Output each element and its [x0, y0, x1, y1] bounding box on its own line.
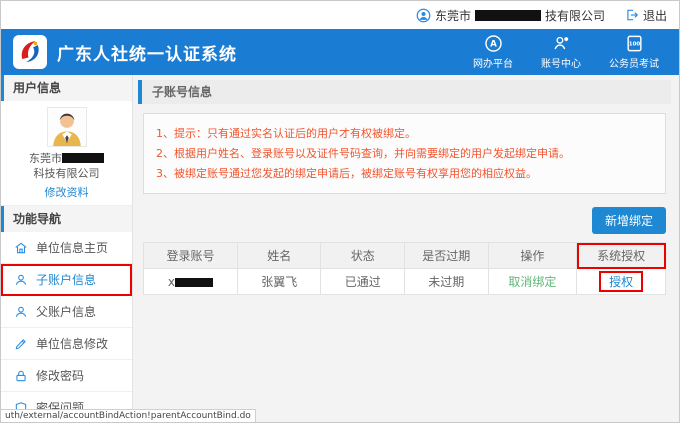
cancel-binding-link[interactable]: 取消绑定	[508, 275, 556, 289]
app-title: 广东人社统一认证系统	[57, 44, 237, 65]
edit-pencil-icon	[14, 337, 28, 351]
cell-expired: 未过期	[403, 268, 489, 295]
main-content: 子账号信息 1、提示：只有通过实名认证后的用户才有权被绑定。 2、根据用户姓名、…	[133, 75, 679, 422]
function-nav-section-title: 功能导航	[1, 206, 132, 232]
person-icon	[14, 305, 28, 319]
app-header: 广东人社统一认证系统 A 网办平台 账号中心 100 公务员考试	[1, 29, 679, 75]
web-platform-icon: A	[484, 34, 503, 53]
redaction-bar	[175, 277, 214, 287]
sidebar-item-unit-info-edit[interactable]: 单位信息修改	[1, 328, 132, 360]
sidebar: 用户信息 东莞市 科技有限公司 修改资料 功能导航 单位信息主页 子账户信息 父…	[1, 75, 133, 422]
lock-icon	[14, 369, 28, 383]
notice-box: 1、提示：只有通过实名认证后的用户才有权被绑定。 2、根据用户姓名、登录账号以及…	[143, 113, 666, 194]
user-icon	[416, 8, 431, 23]
user-info-section-title: 用户信息	[1, 75, 132, 101]
column-header-system-authorization: 系统授权	[576, 242, 666, 269]
user-card: 东莞市 科技有限公司 修改资料	[1, 101, 132, 206]
nav-civil-service-exam[interactable]: 100 公务员考试	[609, 34, 659, 70]
logout-icon	[625, 8, 639, 22]
logo-emblem-icon	[21, 41, 39, 63]
table-toolbar: 新增绑定	[143, 207, 666, 234]
redaction-bar	[474, 9, 541, 21]
sidebar-item-unit-home[interactable]: 单位信息主页	[1, 232, 132, 264]
notice-line: 1、提示：只有通过实名认证后的用户才有权被绑定。	[156, 127, 416, 140]
topbar-company-prefix: 东莞市	[434, 8, 471, 23]
sidebar-menu: 单位信息主页 子账户信息 父账户信息 单位信息修改 修改密码 密保问题	[1, 232, 132, 422]
topbar-user-info: 东莞市 技有限公司	[416, 7, 605, 24]
authorize-annotation-box: 授权	[599, 271, 644, 292]
cell-name: 张翼飞	[236, 268, 322, 295]
cell-authorization: 授权	[576, 268, 666, 295]
exam-document-icon: 100	[625, 34, 644, 53]
account-center-icon	[552, 34, 571, 53]
sidebar-item-label: 单位信息主页	[36, 241, 109, 255]
column-header-name: 姓名	[236, 242, 322, 269]
edit-profile-link[interactable]: 修改资料	[45, 184, 89, 200]
svg-text:100: 100	[628, 41, 640, 47]
topbar-company-suffix: 技有限公司	[544, 8, 605, 23]
status-url: uth/external/accountBindAction!parentAcc…	[1, 409, 256, 422]
column-header-action: 操作	[487, 242, 578, 269]
column-header-expired: 是否过期	[403, 242, 489, 269]
app-window: 东莞市 技有限公司 退出 广东人社统一认证系统 A 网办平台 账号中心 100 …	[0, 0, 680, 423]
logout-button[interactable]: 退出	[625, 7, 667, 24]
sidebar-item-label: 修改密码	[36, 369, 85, 383]
nav-web-platform[interactable]: A 网办平台	[473, 34, 513, 70]
nav-civil-service-exam-label: 公务员考试	[609, 59, 659, 70]
header-nav: A 网办平台 账号中心 100 公务员考试	[473, 34, 659, 70]
avatar	[46, 107, 87, 147]
authorize-link[interactable]: 授权	[609, 275, 633, 289]
sidebar-item-label: 子账户信息	[36, 273, 97, 287]
column-header-status: 状态	[320, 242, 405, 269]
nav-account-center[interactable]: 账号中心	[541, 34, 581, 70]
redaction-bar	[62, 153, 104, 163]
sidebar-item-parent-account-info[interactable]: 父账户信息	[1, 296, 132, 328]
sidebar-company-line2: 科技有限公司	[33, 167, 100, 180]
logout-label: 退出	[642, 8, 667, 23]
sidebar-item-change-password[interactable]: 修改密码	[1, 360, 132, 392]
cell-login-account: x	[143, 268, 238, 295]
sidebar-item-label: 单位信息修改	[36, 337, 109, 351]
cell-status: 已通过	[320, 268, 405, 295]
person-icon	[14, 273, 28, 287]
building-home-icon	[14, 241, 28, 255]
svg-text:A: A	[490, 40, 497, 50]
nav-account-center-label: 账号中心	[541, 59, 581, 70]
sub-accounts-table: 登录账号 姓名 状态 是否过期 操作 系统授权 x 张翼飞 已通过 未过期 取消…	[143, 242, 666, 295]
notice-line: 3、被绑定账号通过您发起的绑定申请后，被绑定账号有权享用您的相应权益。	[156, 167, 537, 180]
add-binding-button[interactable]: 新增绑定	[591, 207, 666, 234]
cell-action: 取消绑定	[487, 268, 578, 295]
column-header-login-account: 登录账号	[143, 242, 238, 269]
sidebar-item-label: 父账户信息	[36, 305, 97, 319]
nav-web-platform-label: 网办平台	[473, 59, 513, 70]
topbar: 东莞市 技有限公司 退出	[1, 1, 679, 29]
page-title: 子账号信息	[138, 80, 671, 104]
table-header-row: 登录账号 姓名 状态 是否过期 操作 系统授权	[143, 242, 666, 269]
sidebar-company-line1: 东莞市	[1, 151, 132, 166]
table-row: x 张翼飞 已通过 未过期 取消绑定 授权	[143, 268, 666, 295]
notice-line: 2、根据用户姓名、登录账号以及证件号码查询，并向需要绑定的用户发起绑定申请。	[156, 147, 570, 160]
app-logo	[13, 35, 47, 69]
sidebar-item-sub-account-info[interactable]: 子账户信息	[1, 264, 132, 296]
